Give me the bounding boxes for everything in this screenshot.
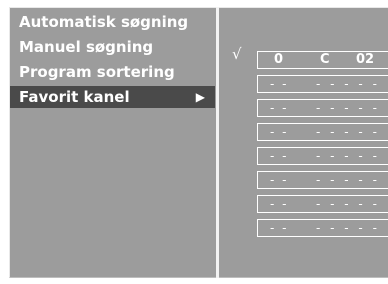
slot-empty-number: - - xyxy=(270,197,289,211)
slot-number: 0 xyxy=(274,52,284,67)
favorite-slot-row[interactable]: - - - - - - - xyxy=(257,171,388,189)
slot-empty-number: - - xyxy=(270,173,289,187)
favorite-slot-row[interactable]: - - - - - - - xyxy=(257,99,388,117)
menu-item-label: Program sortering xyxy=(19,63,175,81)
menu-item-manual-search[interactable]: Manuel søgning xyxy=(10,36,216,58)
favorite-slot-row[interactable]: - - - - - - - xyxy=(257,147,388,165)
favorite-channel-list: 0 C 02 - - - - - - - - - - - - - - - - -… xyxy=(257,51,388,243)
slot-empty-number: - - xyxy=(270,221,289,235)
slot-empty-channel: - - - - - xyxy=(316,77,380,91)
menu-item-program-sorting[interactable]: Program sortering xyxy=(10,61,216,83)
slot-channel: 02 xyxy=(356,52,375,67)
favorite-slot-row[interactable]: - - - - - - - xyxy=(257,123,388,141)
menu-item-favorite-channel[interactable]: Favorit kanel ▶ xyxy=(10,86,215,108)
check-mark-icon: √ xyxy=(232,45,242,63)
slot-empty-channel: - - - - - xyxy=(316,125,380,139)
slot-empty-channel: - - - - - xyxy=(316,101,380,115)
slot-band: C xyxy=(320,52,330,67)
setup-menu: Automatisk søgning Manuel søgning Progra… xyxy=(10,11,216,111)
tv-osd-screen: Automatisk søgning Manuel søgning Progra… xyxy=(0,0,388,284)
favorite-slot-row[interactable]: - - - - - - - xyxy=(257,75,388,93)
slot-empty-number: - - xyxy=(270,101,289,115)
slot-empty-channel: - - - - - xyxy=(316,173,380,187)
slot-empty-channel: - - - - - xyxy=(316,221,380,235)
slot-empty-number: - - xyxy=(270,125,289,139)
slot-empty-channel: - - - - - xyxy=(316,197,380,211)
slot-empty-channel: - - - - - xyxy=(316,149,380,163)
slot-empty-number: - - xyxy=(270,77,289,91)
menu-item-label: Favorit kanel xyxy=(19,88,130,106)
arrow-right-icon: ▶ xyxy=(195,90,205,104)
menu-item-label: Manuel søgning xyxy=(19,38,154,56)
menu-item-automatic-search[interactable]: Automatisk søgning xyxy=(10,11,216,33)
menu-item-label: Automatisk søgning xyxy=(19,13,189,31)
favorite-slot-row[interactable]: - - - - - - - xyxy=(257,219,388,237)
favorite-slot-row[interactable]: - - - - - - - xyxy=(257,195,388,213)
favorite-slot-row[interactable]: 0 C 02 xyxy=(257,51,388,69)
slot-empty-number: - - xyxy=(270,149,289,163)
